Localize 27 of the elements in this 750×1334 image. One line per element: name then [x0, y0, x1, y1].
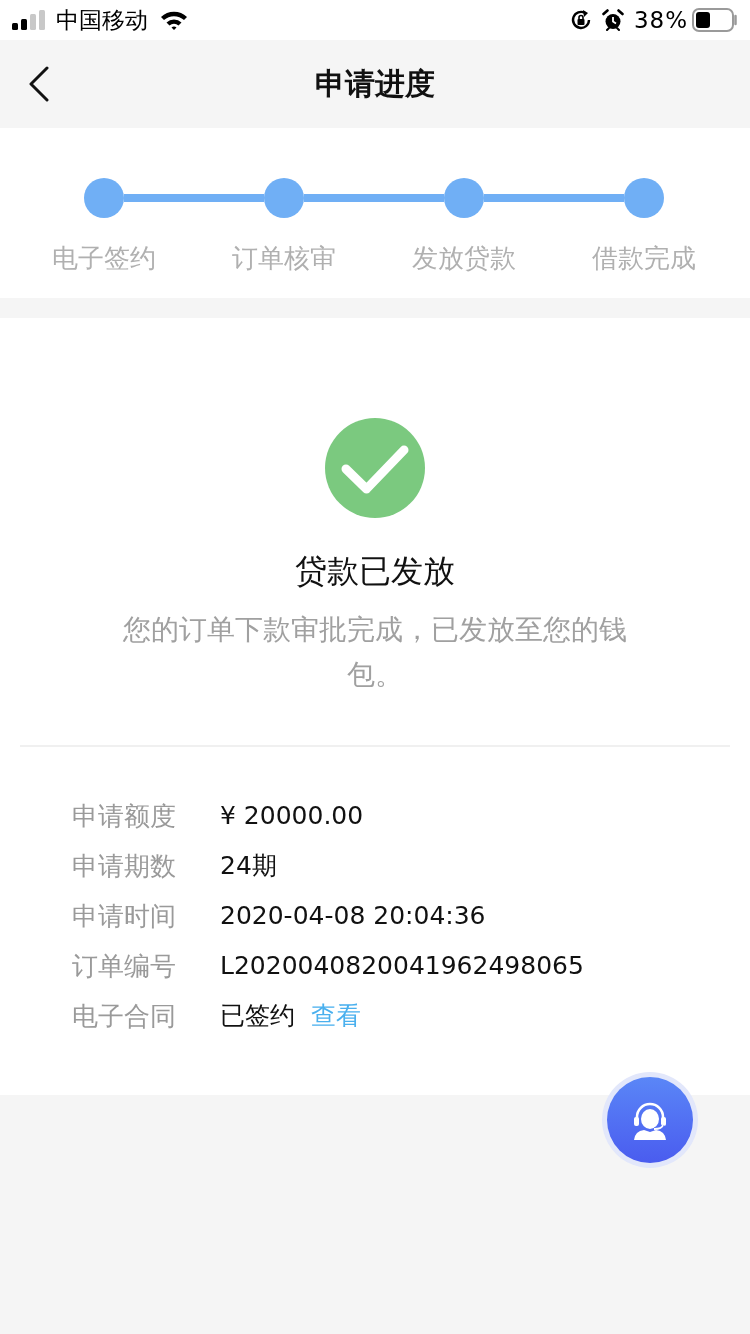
signal-icon — [12, 10, 46, 30]
back-chevron-icon — [28, 66, 50, 102]
battery-percentage: 38% — [633, 6, 688, 34]
step-label: 发放贷款 — [412, 242, 516, 275]
result-message: 您的订单下款审批完成，已发放至您的钱包。 — [122, 612, 628, 693]
detail-label: 申请期数 — [72, 850, 177, 883]
detail-value: 24期 — [220, 850, 277, 882]
success-check-icon — [325, 418, 425, 518]
detail-value: ¥ 20000.00 — [220, 800, 364, 832]
step-label: 电子签约 — [52, 242, 156, 275]
wifi-icon — [160, 10, 188, 30]
detail-value: 已签约 — [220, 1000, 295, 1032]
detail-label: 申请时间 — [72, 900, 177, 933]
detail-value: 2020-04-08 20:04:36 — [220, 900, 486, 932]
alarm-clock-icon — [601, 9, 624, 31]
detail-label: 订单编号 — [72, 950, 177, 983]
page-title: 申请进度 — [315, 64, 435, 103]
detail-label: 申请额度 — [72, 800, 177, 833]
step-label: 订单核审 — [232, 242, 336, 275]
view-contract-link[interactable]: 查看 — [311, 998, 361, 1034]
rotation-lock-icon — [569, 9, 592, 31]
detail-value: L2020040820041962498065 — [220, 950, 584, 982]
step-label: 借款完成 — [592, 242, 696, 275]
carrier-name: 中国移动 — [56, 6, 148, 34]
battery-icon — [692, 8, 738, 32]
detail-label: 电子合同 — [72, 1000, 177, 1033]
result-title: 贷款已发放 — [295, 551, 455, 592]
